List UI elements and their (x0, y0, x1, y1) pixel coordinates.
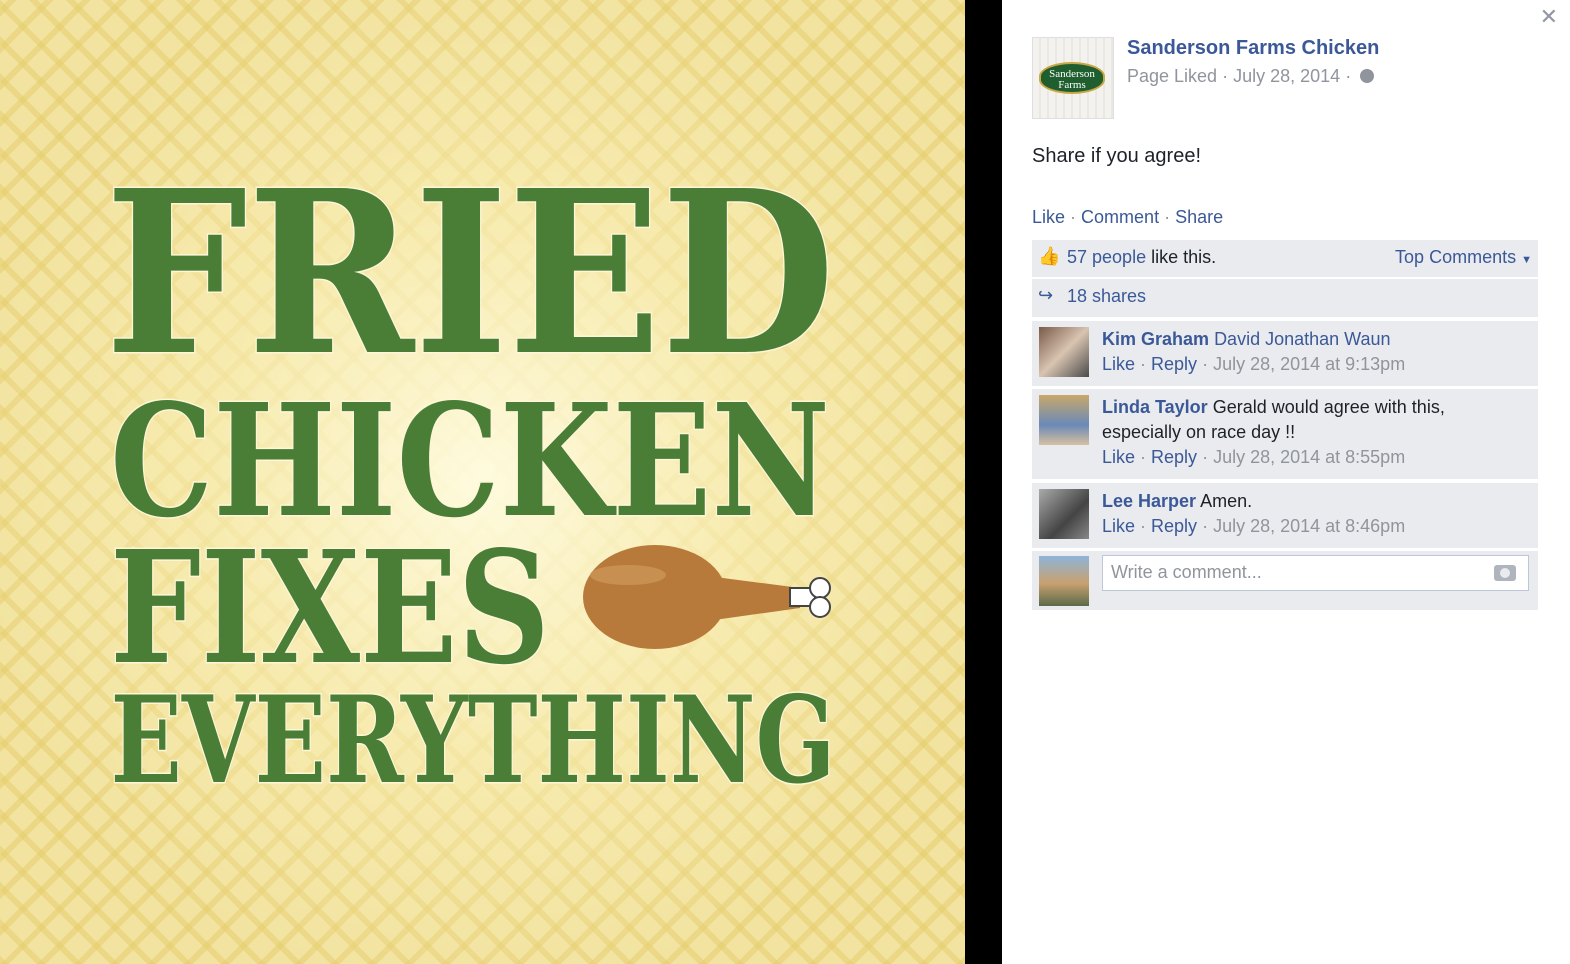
comment-reply-link[interactable]: Reply (1151, 516, 1197, 536)
post-date[interactable]: July 28, 2014 (1233, 66, 1340, 86)
comment-input[interactable]: Write a comment... (1102, 555, 1529, 591)
share-link[interactable]: Share (1175, 207, 1223, 227)
page-name-link[interactable]: Sanderson Farms Chicken (1127, 37, 1379, 60)
thumbs-up-icon: 👍 (1038, 246, 1061, 266)
comment-author[interactable]: Lee Harper (1102, 491, 1196, 511)
globe-icon[interactable] (1360, 69, 1375, 83)
comment-item: Lee Harper Amen. Like · Reply · July 28,… (1032, 481, 1538, 548)
share-arrow-icon: ↪ (1038, 285, 1054, 305)
likes-suffix: like this. (1151, 247, 1217, 267)
post-actions: Like · Comment · Share (1032, 207, 1224, 227)
camera-icon[interactable] (1494, 565, 1516, 581)
post-panel: ✕ Sanderson Farms Sanderson Farms Chicke… (1002, 0, 1570, 964)
drumstick-icon (583, 545, 831, 649)
comment-reply-link[interactable]: Reply (1151, 447, 1197, 467)
post-meta: Page Liked · July 28, 2014 · (1127, 66, 1375, 87)
likes-count-link[interactable]: 57 people (1067, 247, 1146, 267)
comment-composer: Write a comment... (1032, 549, 1538, 610)
comment-item: Linda Taylor Gerald would agree with thi… (1032, 387, 1538, 479)
avatar[interactable] (1039, 327, 1089, 377)
caret-down-icon: ▼ (1521, 254, 1532, 266)
fried-chicken-graphic: FRIED CHICKEN FIXES EVERYTHING (104, 141, 838, 813)
top-comments-label: Top Comments (1395, 247, 1517, 267)
shares-link[interactable]: 18 shares (1067, 286, 1146, 306)
comment-reply-link[interactable]: Reply (1151, 354, 1197, 374)
avatar[interactable] (1039, 556, 1089, 606)
page-liked-label[interactable]: Page Liked (1127, 66, 1217, 86)
comment-like-link[interactable]: Like (1102, 447, 1135, 467)
comment-like-link[interactable]: Like (1102, 354, 1135, 374)
photo-line-4: EVERYTHING (111, 670, 836, 811)
comment-item: Kim Graham David Jonathan Waun Like · Re… (1032, 319, 1538, 386)
comment-author[interactable]: Linda Taylor (1102, 397, 1208, 417)
comment-time[interactable]: July 28, 2014 at 8:46pm (1213, 516, 1405, 536)
shares-summary: ↪ 18 shares (1032, 279, 1538, 317)
sanderson-farms-logo: Sanderson Farms (1039, 62, 1105, 94)
like-link[interactable]: Like (1032, 207, 1065, 227)
post-photo[interactable]: FRIED CHICKEN FIXES EVERYTHING (0, 0, 965, 964)
comment-link[interactable]: Comment (1081, 207, 1159, 227)
avatar[interactable] (1039, 489, 1089, 539)
comment-author[interactable]: Kim Graham (1102, 329, 1209, 349)
photo-divider (965, 0, 1002, 964)
comment-text[interactable]: David Jonathan Waun (1214, 329, 1390, 349)
comment-like-link[interactable]: Like (1102, 516, 1135, 536)
avatar[interactable] (1039, 395, 1089, 445)
close-icon[interactable]: ✕ (1540, 4, 1558, 30)
comment-time[interactable]: July 28, 2014 at 9:13pm (1213, 354, 1405, 374)
photo-line-1: FRIED (105, 142, 835, 406)
likes-summary: 👍 57 people like this. Top Comments ▼ (1032, 240, 1538, 277)
comment-input-placeholder: Write a comment... (1111, 562, 1262, 582)
comment-time[interactable]: July 28, 2014 at 8:55pm (1213, 447, 1405, 467)
comment-text: Amen. (1200, 491, 1253, 511)
page-avatar[interactable]: Sanderson Farms (1032, 37, 1114, 119)
post-caption: Share if you agree! (1032, 145, 1201, 167)
top-comments-dropdown[interactable]: Top Comments ▼ (1395, 247, 1532, 268)
